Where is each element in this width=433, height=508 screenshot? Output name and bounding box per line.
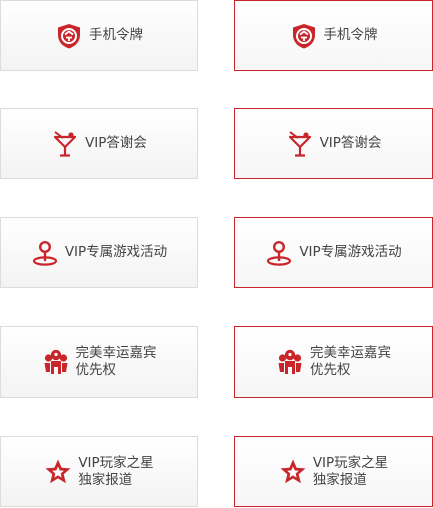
star-badge-icon	[45, 459, 71, 483]
benefit-label-line: 优先权	[310, 362, 351, 378]
benefit-label: VIP玩家之星 独家报道	[78, 455, 153, 489]
benefit-card-guests-highlighted[interactable]: 完美幸运嘉宾 优先权	[234, 326, 433, 398]
benefit-label-line: VIP专属游戏活动	[299, 244, 402, 260]
benefit-card-cocktail-glass[interactable]: VIP答谢会	[0, 108, 198, 179]
benefit-label-line: 优先权	[75, 362, 117, 378]
guests-icon	[278, 349, 302, 374]
benefit-card-shield-token[interactable]: 手机令牌	[0, 0, 198, 71]
benefit-label: VIP专属游戏活动	[65, 244, 167, 261]
benefit-label-line: 手机令牌	[323, 27, 378, 43]
benefit-label: VIP专属游戏活动	[299, 244, 401, 261]
star-badge-icon	[280, 459, 306, 483]
benefit-label: 完美幸运嘉宾 优先权	[76, 345, 157, 379]
benefit-card-shield-token-highlighted[interactable]: 手机令牌	[234, 0, 433, 71]
benefit-label-line: 独家报道	[78, 471, 133, 488]
benefit-label: 完美幸运嘉宾 优先权	[310, 345, 391, 379]
shield-token-icon	[292, 23, 315, 48]
benefit-label-line: VIP专属游戏活动	[64, 244, 168, 260]
benefit-label-line: VIP玩家之星	[312, 454, 389, 471]
shield-token-icon	[58, 23, 80, 48]
benefit-label-line: 完美幸运嘉宾	[75, 345, 157, 361]
benefit-card-location-pin-highlighted[interactable]: VIP专属游戏活动	[234, 217, 433, 288]
benefit-label-line: 手机令牌	[89, 27, 143, 43]
benefit-label-line: 独家报道	[312, 471, 367, 488]
benefit-label-line: VIP玩家之星	[78, 454, 154, 471]
benefit-label-line: VIP答谢会	[319, 135, 382, 151]
benefit-label: 手机令牌	[324, 27, 378, 44]
location-pin-icon	[267, 240, 292, 266]
benefit-label: 手机令牌	[89, 27, 143, 44]
benefit-label-line: 完美幸运嘉宾	[310, 345, 391, 361]
guests-icon	[44, 349, 67, 374]
benefit-label: VIP玩家之星 独家报道	[313, 455, 388, 489]
benefit-card-star-badge[interactable]: VIP玩家之星 独家报道	[0, 436, 198, 507]
benefit-label: VIP答谢会	[85, 135, 147, 152]
benefit-card-cocktail-glass-highlighted[interactable]: VIP答谢会	[234, 108, 433, 179]
cocktail-glass-icon	[288, 130, 311, 157]
benefit-card-location-pin[interactable]: VIP专属游戏活动	[0, 217, 198, 288]
benefit-label: VIP答谢会	[320, 135, 382, 152]
cocktail-glass-icon	[53, 130, 77, 157]
benefit-label-line: VIP答谢会	[85, 135, 147, 151]
location-pin-icon	[32, 240, 57, 266]
benefit-card-guests[interactable]: 完美幸运嘉宾 优先权	[0, 326, 198, 398]
benefit-card-star-badge-highlighted[interactable]: VIP玩家之星 独家报道	[234, 436, 433, 507]
